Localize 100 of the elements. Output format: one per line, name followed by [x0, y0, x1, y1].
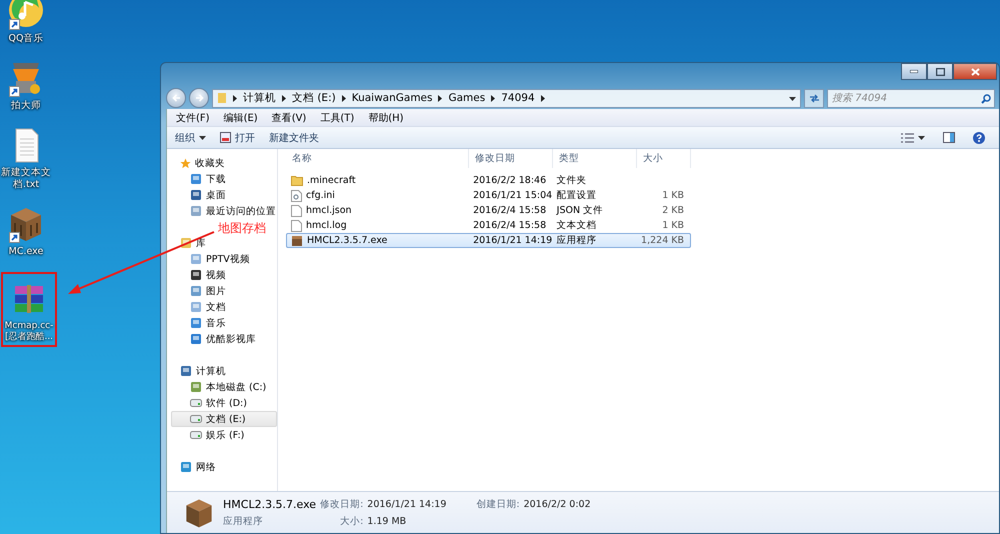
file-detail: 2016/2/4 15:58: [473, 205, 546, 216]
help-icon[interactable]: [973, 132, 985, 144]
nav-item[interactable]: 文档: [171, 299, 277, 315]
breadcrumb-item[interactable]: 74094: [501, 92, 535, 104]
chevron-icon: [233, 94, 237, 102]
file-name: HMCL2.3.5.7.exe: [223, 498, 316, 510]
preview-pane-icon[interactable]: [943, 132, 955, 143]
chevron-icon: [438, 94, 442, 102]
toolbar-button[interactable]: 打开: [220, 130, 255, 144]
maximize-button[interactable]: [927, 63, 953, 80]
nav-item[interactable]: PPTV视频: [171, 251, 277, 267]
nav-item[interactable]: 娱乐 (F:): [171, 427, 277, 443]
breadcrumb-item[interactable]: KuaiwanGames: [352, 92, 432, 104]
drive-icon: [190, 399, 202, 407]
nav-item[interactable]: 本地磁盘 (C:): [171, 379, 277, 395]
nav-item[interactable]: 桌面: [171, 187, 277, 203]
address-bar[interactable]: 计算机 文档 (E:) KuaiwanGames Games 74094: [212, 88, 801, 108]
search-icon: [981, 94, 991, 104]
back-button[interactable]: [166, 88, 186, 108]
drive-icon: [190, 431, 202, 439]
nav-item[interactable]: 音乐: [171, 315, 277, 331]
nav-group[interactable]: 库: [171, 235, 207, 251]
file-detail: 2016/1/21 15:04: [473, 190, 552, 201]
field-label: 大小:: [339, 514, 364, 528]
file-row[interactable]: hmcl.log 2016/2/4 15:58 文本文档 1 KB: [286, 218, 691, 233]
refresh-button[interactable]: [804, 88, 824, 108]
star-icon: [180, 158, 191, 168]
breadcrumb-item[interactable]: 计算机: [243, 91, 276, 105]
nav-group[interactable]: 网络: [171, 459, 217, 475]
toolbar-button[interactable]: 组织: [175, 130, 206, 144]
folder-icon: [291, 175, 303, 186]
open-icon: [220, 132, 231, 143]
field-value: 2016/2/2 0:02: [524, 498, 591, 510]
details-view-icon: [901, 132, 914, 142]
search-field[interactable]: 搜索 74094: [827, 88, 995, 108]
nav-item[interactable]: 软件 (D:): [171, 395, 277, 411]
minimize-button[interactable]: [901, 63, 927, 80]
file-type: 应用程序: [223, 514, 264, 528]
nav-group[interactable]: 计算机: [171, 363, 227, 379]
file-detail: 2016/1/21 14:19: [473, 235, 552, 246]
folder-icon: [217, 92, 227, 104]
column-header[interactable]: 大小: [637, 149, 691, 168]
chevron-icon: [282, 94, 286, 102]
desktop-icon-label[interactable]: 拍大师: [0, 100, 52, 112]
drive-icon: [190, 415, 202, 423]
menu-item[interactable]: 帮助(H): [363, 110, 409, 124]
chevron-icon: [491, 94, 496, 102]
view-options-button[interactable]: [901, 132, 925, 142]
caret-icon: [789, 97, 796, 101]
back-arrow-icon: [172, 94, 180, 102]
file-row[interactable]: .minecraft 2016/2/2 18:46 文件夹: [286, 173, 691, 188]
file-row[interactable]: hmcl.json 2016/2/4 15:58 JSON 文件 2 KB: [286, 203, 691, 218]
file-icon: [291, 220, 302, 232]
nav-item[interactable]: 优酷影视库: [171, 331, 277, 347]
menu-item[interactable]: 编辑(E): [218, 110, 263, 124]
field-value: 2016/1/21 14:19: [367, 498, 446, 510]
nav-item[interactable]: 文档 (E:): [171, 411, 277, 427]
caret-icon: [918, 136, 925, 140]
column-header[interactable]: 名称: [286, 149, 469, 168]
file-detail: 应用程序: [556, 234, 597, 247]
menu-item[interactable]: 工具(T): [315, 110, 360, 124]
forward-button[interactable]: [189, 88, 209, 108]
nav-group[interactable]: 收藏夹: [171, 155, 226, 171]
file-detail: 2016/2/4 15:58: [473, 220, 546, 231]
minimize-icon: [910, 70, 918, 73]
close-icon: [970, 68, 980, 76]
file-detail: 文本文档: [556, 219, 597, 232]
nav-item[interactable]: 图片: [171, 283, 277, 299]
file-icon: [291, 204, 302, 216]
file-detail: 2 KB: [662, 205, 684, 216]
desktop-icon-label[interactable]: QQ音乐: [0, 33, 52, 45]
menu-item[interactable]: 查看(V): [266, 110, 312, 124]
nav-item[interactable]: 最近访问的位置: [171, 203, 277, 219]
forward-arrow-icon: [194, 94, 204, 102]
column-header[interactable]: 修改日期: [469, 149, 553, 168]
file-name: .minecraft: [307, 175, 356, 186]
file-detail: 1 KB: [662, 220, 684, 231]
file-name: hmcl.log: [306, 220, 347, 231]
settings-file-icon: [291, 190, 302, 202]
desktop-icon-label[interactable]: 新建文本文档.txt: [0, 167, 52, 191]
menu-item[interactable]: 文件(F): [171, 110, 215, 124]
file-row[interactable]: cfg.ini 2016/1/21 15:04 配置设置 1 KB: [286, 188, 691, 203]
nav-item[interactable]: 视频: [171, 267, 277, 283]
column-header[interactable]: 类型: [553, 149, 637, 168]
file-detail: 1,224 KB: [641, 235, 684, 246]
refresh-icon: [808, 94, 820, 102]
toolbar-button[interactable]: 新建文件夹: [269, 130, 319, 144]
file-detail: JSON 文件: [556, 204, 604, 217]
field-label: 创建日期:: [476, 498, 520, 510]
file-row[interactable]: HMCL2.3.5.7.exe 2016/1/21 14:19 应用程序 1,224 KB: [286, 233, 691, 248]
breadcrumb-item[interactable]: 文档 (E:): [292, 91, 336, 105]
chevron-icon: [540, 94, 545, 102]
close-button[interactable]: [953, 63, 997, 80]
file-detail: 配置设置: [556, 189, 597, 202]
file-name: HMCL2.3.5.7.exe: [307, 235, 388, 246]
breadcrumb-item[interactable]: Games: [448, 92, 486, 104]
file-detail: 2016/2/2 18:46: [473, 175, 546, 186]
file-name: cfg.ini: [306, 190, 335, 201]
maximize-icon: [936, 68, 944, 76]
nav-item[interactable]: 下载: [171, 171, 277, 187]
